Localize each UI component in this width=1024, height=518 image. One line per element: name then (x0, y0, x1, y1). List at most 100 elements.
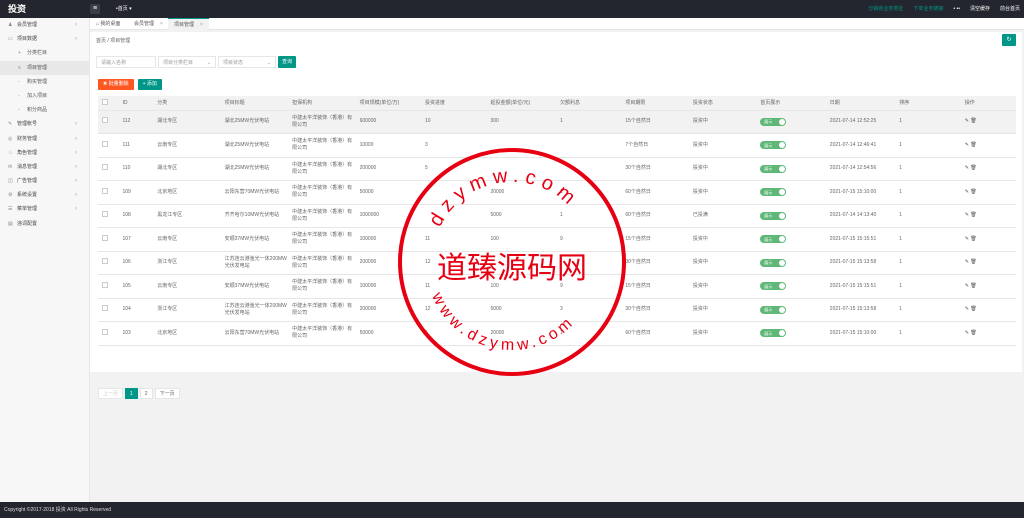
show-toggle[interactable]: 展示 (760, 235, 787, 243)
show-toggle[interactable]: 展示 (760, 329, 787, 337)
sidebar-item-points-goods[interactable]: ▫ 积分商品 (0, 103, 89, 117)
sidebar-item-ads[interactable]: ◫ 广告管理 ‹ (0, 174, 89, 188)
sidebar-item-purchases[interactable]: ◦ 购买管理 (0, 75, 89, 89)
front-home-link[interactable]: 前台首页 (1000, 0, 1020, 18)
row-checkbox[interactable] (102, 305, 108, 312)
toggle-knob (779, 212, 786, 219)
delete-icon[interactable]: 🗑 (970, 165, 976, 171)
sidebar-item-messages[interactable]: ✉ 消息管理 ‹ (0, 160, 89, 174)
cell-actions: ✎ 🗑 (960, 204, 1016, 228)
sidebar-item-join[interactable]: ◦ 加入项目 (0, 89, 89, 103)
chevron-icon: ‹ (75, 121, 77, 128)
tab-home[interactable]: ⌂ 我的桌面 (90, 18, 126, 30)
delete-icon[interactable]: 🗑 (970, 259, 976, 265)
sidebar-item-label: 积分商品 (27, 107, 48, 114)
name-search-input[interactable]: 请输入名称 (96, 56, 156, 68)
category-select[interactable]: 项目分类栏目 ⌄ (158, 56, 216, 68)
toggle-label: 展示 (764, 213, 773, 218)
order-link[interactable]: 下单业务链接 (913, 0, 943, 18)
page-2-button[interactable]: 2 (139, 388, 153, 399)
user-menu[interactable]: • •• (953, 0, 960, 18)
tab-members[interactable]: 会员管理 × (128, 18, 169, 30)
delete-icon[interactable]: 🗑 (970, 212, 976, 218)
cell-interest: 9 (555, 227, 622, 252)
cell-sort: 1 (895, 298, 961, 322)
distributor-link[interactable]: 分销商业务地址 (868, 0, 903, 18)
sidebar-item-config[interactable]: ▤ 违词配置 (0, 217, 89, 231)
sidebar-item-members[interactable]: ♟ 会员管理 ‹ (0, 18, 89, 32)
delete-icon[interactable]: 🗑 (970, 283, 976, 289)
cell-status: 已投满 (688, 204, 757, 228)
cell-id: 112 (118, 110, 154, 134)
role-icon: ♤ (8, 149, 13, 156)
page-1-button[interactable]: 1 (125, 388, 138, 399)
batch-delete-button[interactable]: ✖ 批量删除 (98, 79, 134, 90)
row-checkbox[interactable] (102, 234, 108, 241)
show-toggle[interactable]: 展示 (760, 282, 787, 290)
show-toggle[interactable]: 展示 (760, 117, 787, 126)
row-checkbox[interactable] (102, 164, 108, 171)
show-toggle[interactable]: 展示 (760, 211, 787, 220)
row-checkbox[interactable] (102, 187, 108, 194)
cell-min: 20000 (486, 321, 556, 346)
sidebar-item-label: 加入项目 (27, 92, 48, 99)
sidebar-item-project-data[interactable]: ▭ 项目数据 ‹ (0, 32, 89, 46)
cell-org: 中建太平洋装饰（香港）有限公司 (288, 227, 356, 252)
config-icon: ▤ (8, 220, 13, 227)
row-checkbox[interactable] (102, 140, 108, 147)
toggle-label: 展示 (764, 166, 773, 171)
cell-scale: 200000 (355, 157, 422, 181)
column-header: 投资进度 (421, 96, 487, 111)
cell-date: 2021-07-14 12:46:41 (825, 133, 896, 158)
cell-actions: ✎ 🗑 (960, 298, 1016, 322)
cell-id: 108 (118, 204, 154, 228)
tab-projects[interactable]: 项目管理 × (168, 18, 209, 30)
delete-icon[interactable]: 🗑 (970, 306, 976, 312)
sidebar-item-admin-accounts[interactable]: ✎ 管理帐号 ‹ (0, 117, 89, 131)
cell-sort: 1 (895, 251, 961, 275)
next-page-button[interactable]: 下一页 (154, 388, 180, 399)
cell-min: 100 (486, 227, 556, 252)
show-toggle[interactable]: 展示 (760, 188, 787, 196)
refresh-button[interactable]: ↻ (1002, 34, 1016, 46)
delete-icon[interactable]: 🗑 (970, 189, 976, 195)
row-checkbox[interactable] (102, 281, 108, 288)
show-toggle[interactable]: 展示 (760, 258, 787, 267)
cell-scale: 10000 (355, 133, 422, 158)
sidebar-item-label: 财务管理 (17, 135, 38, 142)
close-icon[interactable]: × (200, 22, 203, 28)
add-button[interactable]: + 添加 (137, 79, 162, 90)
delete-icon[interactable]: 🗑 (970, 330, 976, 336)
menu-toggle-icon[interactable]: ≡ (90, 4, 100, 14)
status-select[interactable]: 项目状态 ⌄ (218, 56, 276, 68)
delete-icon[interactable]: 🗑 (970, 236, 976, 242)
show-toggle[interactable]: 展示 (760, 305, 787, 314)
sidebar-item-projects[interactable]: ≡ 项目管理 (0, 60, 89, 75)
row-checkbox[interactable] (102, 328, 108, 335)
select-all-checkbox[interactable] (102, 98, 108, 105)
clear-cache-link[interactable]: 清空缓存 (970, 0, 990, 18)
show-toggle[interactable]: 展示 (760, 164, 787, 173)
table-row: 110 湖北专区 湖北25MW光伏电站 中建太平洋装饰（香港）有限公司 200000 5 3… (98, 157, 1016, 181)
sidebar-item-menus[interactable]: ☰ 菜单管理 ‹ (0, 202, 89, 216)
cell-term: 60个自然日 (621, 204, 689, 228)
sidebar-item-label: 项目数据 (17, 36, 38, 43)
plus-icon: + (18, 50, 21, 57)
delete-icon[interactable]: 🗑 (970, 118, 976, 124)
sidebar-item-roles[interactable]: ♤ 角色管理 ‹ (0, 146, 89, 160)
sidebar-item-category[interactable]: + 分类栏目 (0, 46, 89, 60)
tab-label: 项目管理 (174, 22, 195, 28)
sidebar-item-finance[interactable]: ◎ 财务管理 ‹ (0, 132, 89, 146)
show-toggle[interactable]: 展示 (760, 141, 787, 149)
sidebar-item-settings[interactable]: ⚙ 系统设置 ‹ (0, 188, 89, 202)
cell-actions: ✎ 🗑 (960, 321, 1016, 346)
delete-icon[interactable]: 🗑 (970, 142, 976, 148)
row-checkbox[interactable] (102, 211, 108, 218)
cell-cat: 浙江专区 (153, 298, 221, 322)
prev-page-button[interactable]: 上一页 (98, 388, 124, 399)
search-button[interactable]: 查询 (278, 56, 297, 68)
row-checkbox[interactable] (102, 117, 108, 124)
top-nav-dropdown[interactable]: •首页 ▾ (116, 0, 132, 18)
close-icon[interactable]: × (160, 21, 163, 27)
row-checkbox[interactable] (102, 258, 108, 265)
